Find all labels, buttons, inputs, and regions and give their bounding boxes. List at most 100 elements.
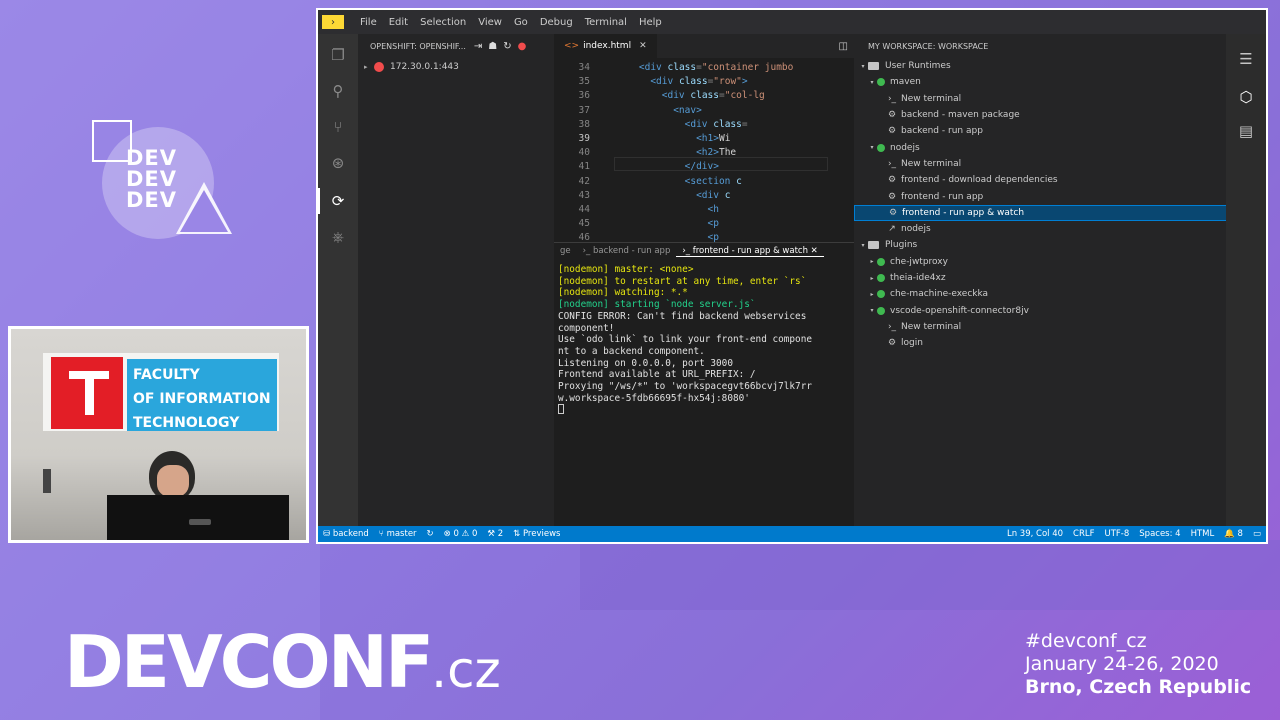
event-location: Brno, Czech Republic — [1025, 676, 1252, 698]
code-text: <p — [707, 218, 719, 230]
info-icon[interactable]: ● — [518, 41, 533, 52]
tree-item[interactable]: ⚙ backend - maven package — [854, 107, 1230, 123]
tab-index-html[interactable]: <> index.html ✕ — [554, 34, 657, 58]
expand-icon[interactable]: ▾ — [858, 242, 868, 249]
tree-runtime[interactable]: ▸ che-machine-execkka — [854, 286, 1230, 302]
tree-item[interactable]: ⚙ login — [854, 335, 1230, 351]
menu-terminal[interactable]: Terminal — [579, 17, 633, 28]
activity-bar: ❐ ⚲ ⑂ ⊛ ⟳ ⎈ — [318, 34, 358, 528]
tree-item[interactable]: ↗ nodejs — [854, 221, 1230, 237]
tree-item[interactable]: ⚙ backend - run app — [854, 123, 1230, 139]
terminal-tab-active[interactable]: ›_ frontend - run app & watch ✕ — [676, 246, 824, 257]
expand-icon[interactable]: ▸ — [364, 63, 374, 71]
status-language[interactable]: HTML — [1186, 529, 1220, 539]
workspace-cube-icon[interactable]: ⬡ — [1237, 88, 1255, 106]
debug-icon[interactable]: ⊛ — [329, 154, 347, 172]
tree-item[interactable]: ⚙ frontend - run app — [854, 188, 1230, 204]
users-icon[interactable]: ☗ — [488, 41, 503, 52]
code-text: <div class="col-lg — [661, 90, 765, 102]
status-notifications[interactable]: 🔔 8 — [1219, 529, 1248, 539]
status-encoding[interactable]: UTF-8 — [1100, 529, 1135, 539]
tree-item[interactable]: ⚙ frontend - download dependencies — [854, 172, 1230, 188]
search-icon[interactable]: ⚲ — [329, 82, 347, 100]
line-number: 35 — [578, 76, 590, 88]
preview-icon[interactable]: ▤ — [1237, 122, 1255, 140]
expand-icon[interactable]: ▸ — [867, 275, 877, 282]
cluster-item[interactable]: ▸ 172.30.0.1:443 — [358, 58, 554, 76]
tree-item[interactable]: ›_ New terminal — [854, 319, 1230, 335]
status-ports[interactable]: ⚒ 2 — [482, 529, 508, 539]
menu-edit[interactable]: Edit — [383, 17, 414, 28]
tree-item-label: New terminal — [901, 321, 962, 332]
menu-debug[interactable]: Debug — [534, 17, 579, 28]
tree-folder[interactable]: ▾ User Runtimes — [854, 58, 1230, 74]
code-line[interactable]: 39 <h1>Wi — [554, 133, 854, 147]
tree-runtime[interactable]: ▸ che-jwtproxy — [854, 254, 1230, 270]
code-line[interactable]: 38 <div class= — [554, 119, 854, 133]
terminal-line: [nodemon] to restart at any time, enter … — [558, 275, 807, 287]
code-line[interactable]: 44 <h — [554, 204, 854, 218]
fit-sign-text: FACULTY OF INFORMATION TECHNOLOGY — [133, 367, 271, 431]
refresh-icon[interactable]: ↻ — [503, 41, 517, 52]
code-line[interactable]: 43 <div c — [554, 190, 854, 204]
expand-icon[interactable]: ▸ — [867, 258, 877, 265]
kubernetes-icon[interactable]: ⎈ — [329, 228, 347, 246]
code-area[interactable]: 34 <div class="container jumbo 35 <div cl… — [554, 58, 854, 246]
terminal-line: Proxying "/ws/*" to 'workspacegvt66bcvj7… — [558, 381, 812, 393]
right-activity-bar: ☰ ⬡ ▤ — [1226, 34, 1266, 528]
tree-runtime[interactable]: ▾ nodejs — [854, 139, 1230, 155]
outline-icon[interactable]: ☰ — [1237, 50, 1255, 68]
status-branch[interactable]: ⑂ master — [374, 529, 422, 539]
expand-icon[interactable]: ▾ — [867, 307, 877, 314]
close-icon[interactable]: ✕ — [811, 246, 818, 256]
tree-runtime[interactable]: ▾ maven — [854, 74, 1230, 90]
status-eol[interactable]: CRLF — [1068, 529, 1099, 539]
split-editor-icon[interactable]: ◫ — [839, 41, 848, 52]
explorer-icon[interactable]: ❐ — [329, 46, 347, 64]
menu-go[interactable]: Go — [508, 17, 534, 28]
status-workspace[interactable]: ⛁ backend — [318, 529, 374, 539]
status-position[interactable]: Ln 39, Col 40 — [1002, 529, 1068, 539]
code-line[interactable]: 36 <div class="col-lg — [554, 90, 854, 104]
terminal-output[interactable]: [nodemon] master: <none> [nodemon] to res… — [554, 259, 854, 418]
terminal-line: Use `odo link` to link your front-end co… — [558, 334, 812, 346]
openshift-icon[interactable]: ⟳ — [329, 192, 347, 210]
expand-icon[interactable]: ▾ — [867, 79, 877, 86]
menu-selection[interactable]: Selection — [414, 17, 472, 28]
sync-icon[interactable]: ↻ — [422, 529, 439, 539]
tree-item[interactable]: ›_ New terminal — [854, 156, 1230, 172]
menu-view[interactable]: View — [472, 17, 508, 28]
source-control-icon[interactable]: ⑂ — [329, 118, 347, 136]
tree-item-label: Plugins — [885, 240, 918, 251]
tree-item-label: New terminal — [901, 93, 962, 104]
code-line[interactable]: 35 <div class="row"> — [554, 76, 854, 90]
terminal-tab[interactable]: ge — [554, 246, 577, 256]
che-logo-icon[interactable]: › — [322, 15, 344, 29]
tree-folder[interactable]: ▾ Plugins — [854, 237, 1230, 253]
status-previews[interactable]: ⇅ Previews — [508, 529, 565, 539]
menu-help[interactable]: Help — [633, 17, 668, 28]
code-line[interactable]: 37 <nav> — [554, 105, 854, 119]
tree-item[interactable]: ›_ New terminal — [854, 91, 1230, 107]
terminal-icon: ›_ — [887, 93, 897, 104]
code-line[interactable]: 42 <section c — [554, 176, 854, 190]
tree-item[interactable]: ⚙ frontend - run app & watch — [854, 204, 1230, 221]
event-dates: January 24-26, 2020 — [1025, 653, 1219, 675]
menu-file[interactable]: File — [354, 17, 383, 28]
terminal-tab[interactable]: ›_ backend - run app — [577, 246, 677, 256]
tree-runtime[interactable]: ▸ theia-ide4xz — [854, 270, 1230, 286]
minimap[interactable] — [830, 58, 854, 242]
tree-runtime[interactable]: ▾ vscode-openshift-connector8jv — [854, 302, 1230, 318]
login-icon[interactable]: ⇥ — [474, 41, 488, 52]
editor-tabs: <> index.html ✕ ◫ — [554, 34, 854, 58]
code-line[interactable]: 34 <div class="container jumbo — [554, 62, 854, 76]
status-problems[interactable]: ⊗ 0 ⚠ 0 — [439, 529, 483, 539]
status-indent[interactable]: Spaces: 4 — [1134, 529, 1185, 539]
expand-icon[interactable]: ▾ — [867, 144, 877, 151]
toggle-panel-icon[interactable]: ▭ — [1248, 529, 1266, 539]
code-line[interactable]: 45 <p — [554, 218, 854, 232]
expand-icon[interactable]: ▸ — [867, 291, 877, 298]
code-text: <div class= — [684, 118, 748, 130]
close-icon[interactable]: ✕ — [639, 41, 647, 51]
expand-icon[interactable]: ▾ — [858, 63, 868, 70]
